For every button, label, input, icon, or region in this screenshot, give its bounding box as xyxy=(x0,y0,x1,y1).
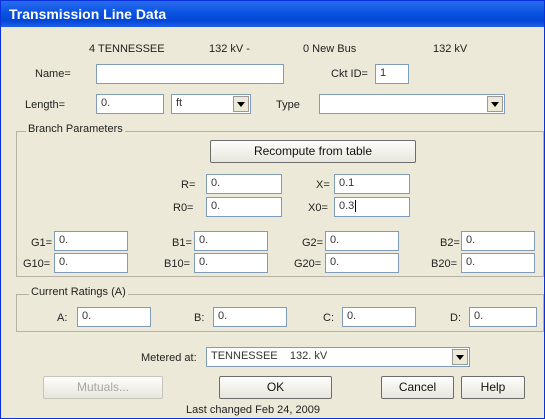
g20-label: G20= xyxy=(294,258,322,270)
b10-field[interactable]: 0. xyxy=(194,253,268,273)
rating-d-label: D: xyxy=(450,312,461,324)
metered-at-select[interactable]: TENNESSEE 132. kV xyxy=(206,347,470,367)
b1-label: B1= xyxy=(172,237,192,249)
branch-parameters-legend: Branch Parameters xyxy=(26,123,125,135)
x0-label: X0= xyxy=(308,202,328,214)
current-ratings-legend: Current Ratings (A) xyxy=(29,286,128,298)
cancel-button[interactable]: Cancel xyxy=(381,376,454,399)
name-label: Name= xyxy=(35,68,71,80)
r-label: R= xyxy=(181,179,196,191)
ckt-id-field[interactable]: 1 xyxy=(375,64,409,84)
x0-field[interactable]: 0.3 xyxy=(334,197,410,217)
b10-label: B10= xyxy=(164,258,190,270)
r0-field[interactable]: 0. xyxy=(206,197,282,217)
help-button[interactable]: Help xyxy=(461,376,525,399)
rating-a-field[interactable]: 0. xyxy=(77,307,151,327)
g1-field[interactable]: 0. xyxy=(54,231,128,251)
chevron-down-icon[interactable] xyxy=(487,96,503,112)
rating-d-field[interactable]: 0. xyxy=(469,307,537,327)
g2-label: G2= xyxy=(302,237,324,249)
b2-field[interactable]: 0. xyxy=(461,231,535,251)
r0-label: R0= xyxy=(173,202,194,214)
length-field[interactable]: 0. xyxy=(96,94,164,114)
title-bar[interactable]: Transmission Line Data xyxy=(1,1,544,27)
length-label: Length= xyxy=(25,99,66,111)
metered-at-value: TENNESSEE 132. kV xyxy=(211,350,328,362)
g2-field[interactable]: 0. xyxy=(325,231,399,251)
x-field[interactable]: 0.1 xyxy=(334,174,410,194)
length-unit-select[interactable]: ft xyxy=(171,94,251,114)
g10-label: G10= xyxy=(23,258,51,270)
window-title: Transmission Line Data xyxy=(9,6,167,22)
type-select[interactable] xyxy=(319,94,505,114)
g10-field[interactable]: 0. xyxy=(54,253,128,273)
metered-at-label: Metered at: xyxy=(141,352,197,364)
ckt-id-label: Ckt ID= xyxy=(331,68,368,80)
ok-button[interactable]: OK xyxy=(219,376,332,399)
b2-label: B2= xyxy=(440,237,460,249)
transmission-line-dialog: Transmission Line Data 4 TENNESSEE 132 k… xyxy=(0,0,545,419)
chevron-down-icon[interactable] xyxy=(452,349,468,365)
x-label: X= xyxy=(316,179,330,191)
rating-c-label: C: xyxy=(323,312,334,324)
mutuals-button[interactable]: Mutuals... xyxy=(43,376,163,399)
last-changed-text: Last changed Feb 24, 2009 xyxy=(186,404,320,416)
text-cursor xyxy=(355,200,357,213)
rating-b-field[interactable]: 0. xyxy=(213,307,287,327)
g1-label: G1= xyxy=(31,237,53,249)
name-field[interactable] xyxy=(96,64,284,84)
type-label: Type xyxy=(276,99,300,111)
g20-field[interactable]: 0. xyxy=(325,253,399,273)
rating-b-label: B: xyxy=(194,312,205,324)
to-bus-label: 0 New Bus xyxy=(303,43,357,55)
r-field[interactable]: 0. xyxy=(206,174,282,194)
b20-field[interactable]: 0. xyxy=(461,253,535,273)
chevron-down-icon[interactable] xyxy=(233,96,249,112)
to-kv-label: 132 kV xyxy=(433,43,468,55)
from-bus-label: 4 TENNESSEE xyxy=(89,43,165,55)
rating-c-field[interactable]: 0. xyxy=(342,307,416,327)
x0-value: 0.3 xyxy=(339,200,355,212)
b1-field[interactable]: 0. xyxy=(194,231,268,251)
recompute-button[interactable]: Recompute from table xyxy=(210,140,416,163)
from-kv-label: 132 kV - xyxy=(209,43,250,55)
rating-a-label: A: xyxy=(57,312,68,324)
b20-label: B20= xyxy=(431,258,457,270)
length-unit-value: ft xyxy=(176,97,183,109)
